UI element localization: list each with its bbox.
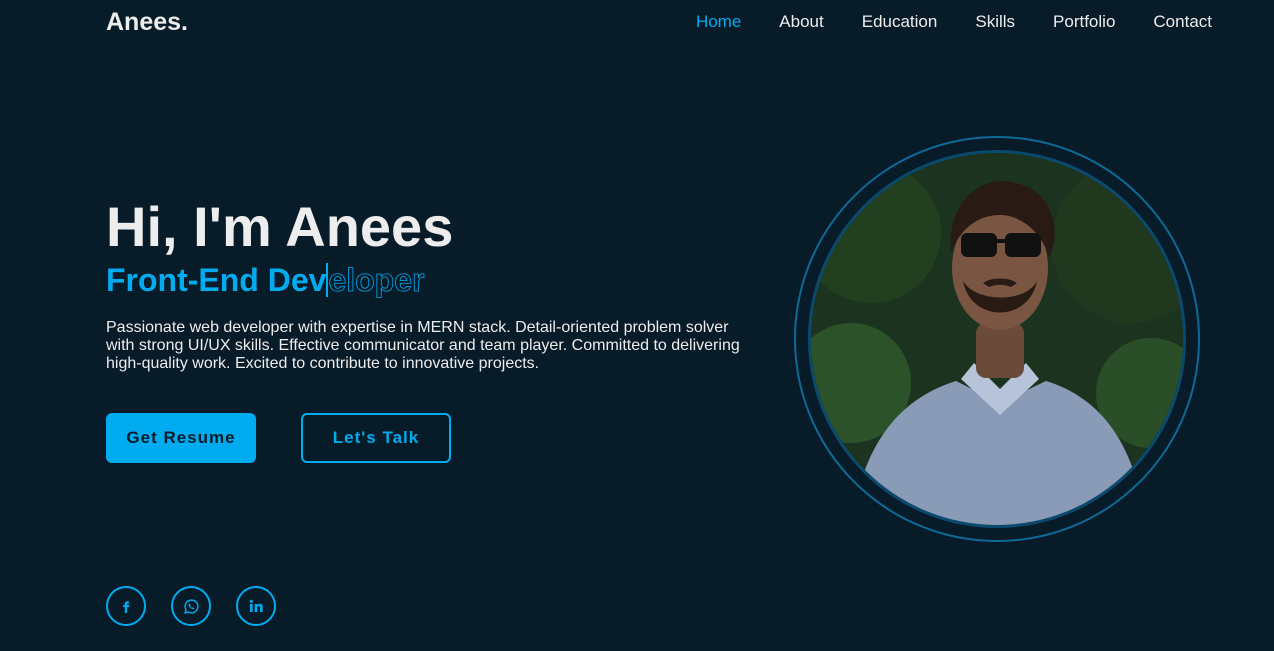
site-header: Anees. Home About Education Skills Portf… xyxy=(0,0,1274,44)
nav-skills[interactable]: Skills xyxy=(975,12,1015,32)
lets-talk-button[interactable]: Let's Talk xyxy=(301,413,451,463)
whatsapp-icon[interactable] xyxy=(171,586,211,626)
role-outline-text: eloper xyxy=(328,262,425,299)
logo[interactable]: Anees. xyxy=(106,8,188,37)
nav-education[interactable]: Education xyxy=(862,12,938,32)
hero-description: Passionate web developer with expertise … xyxy=(106,319,740,372)
hero-role: Front-End Developer xyxy=(106,261,756,299)
facebook-icon[interactable] xyxy=(106,586,146,626)
hero-content: Hi, I'm Anees Front-End Developer Passio… xyxy=(106,196,756,373)
linkedin-icon[interactable] xyxy=(236,586,276,626)
role-typed-text: Front-End Dev xyxy=(106,262,327,298)
hero-buttons: Get Resume Let's Talk xyxy=(106,413,451,463)
profile-photo xyxy=(808,150,1186,528)
social-links xyxy=(106,586,276,626)
nav-contact[interactable]: Contact xyxy=(1153,12,1212,32)
nav-about[interactable]: About xyxy=(779,12,823,32)
get-resume-button[interactable]: Get Resume xyxy=(106,413,256,463)
main-nav: Home About Education Skills Portfolio Co… xyxy=(658,12,1212,32)
profile-photo-illustration xyxy=(811,153,1183,525)
hero-greeting: Hi, I'm Anees xyxy=(106,195,454,258)
nav-portfolio[interactable]: Portfolio xyxy=(1053,12,1115,32)
nav-home[interactable]: Home xyxy=(696,12,741,32)
profile-image-ring xyxy=(794,136,1200,542)
